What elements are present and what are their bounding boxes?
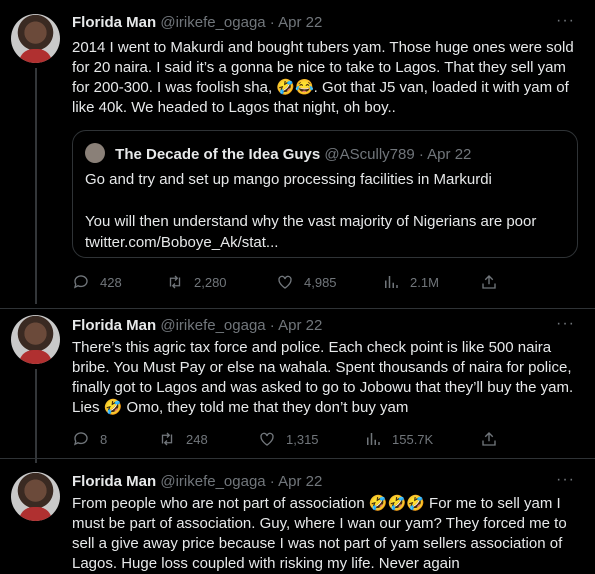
quote-text-line-2: You will then understand why the vast ma… [85,213,537,230]
tweet-header: Florida Man @irikefe_ogaga · Apr 22 [72,473,322,490]
retweet-count: 248 [186,431,208,447]
author-meta: @irikefe_ogaga · Apr 22 [160,473,323,490]
quote-author-name: The Decade of the Idea Guys [115,146,321,163]
author-name[interactable]: Florida Man [72,317,156,334]
reply-icon [73,275,88,289]
like-icon [260,432,274,446]
avatar[interactable] [11,315,60,364]
tweet-text: From people who are not part of associat… [72,495,567,572]
reply-button[interactable]: 8 [72,430,107,448]
retweet-button[interactable]: 248 [158,430,208,448]
quote-header: The Decade of the Idea Guys @AScully789 … [85,143,471,163]
tweet-3[interactable]: Florida Man @irikefe_ogaga · Apr 22 ··· … [0,459,595,572]
avatar[interactable] [11,472,60,521]
share-icon [482,432,496,446]
tweet-header: Florida Man @irikefe_ogaga · Apr 22 [72,317,322,334]
quote-text-line-1: Go and try and set up mango processing f… [85,171,492,188]
author-meta: @irikefe_ogaga · Apr 22 [160,317,323,334]
more-icon[interactable]: ··· [556,315,575,333]
retweet-button[interactable]: 2,280 [166,273,227,291]
quote-link[interactable]: twitter.com/Boboye_Ak/stat... [85,232,565,253]
reply-count: 428 [100,274,122,290]
author-meta: @irikefe_ogaga · Apr 22 [160,14,323,31]
views-icon [367,433,380,445]
tweet-1[interactable]: Florida Man @irikefe_ogaga · Apr 22 ··· … [0,0,595,310]
more-icon[interactable]: ··· [556,12,575,30]
more-icon[interactable]: ··· [556,471,575,489]
tweet-text: There’s this agric tax force and police.… [72,339,574,416]
views-count: 155.7K [392,431,434,447]
views-button[interactable]: 155.7K [364,430,433,448]
tweet-text: 2014 I went to Makurdi and bought tubers… [72,39,574,116]
quoted-tweet[interactable]: The Decade of the Idea Guys @AScully789 … [72,130,578,258]
like-icon [278,275,292,289]
share-button[interactable] [480,273,508,291]
quote-text: Go and try and set up mango processing f… [85,169,565,253]
retweet-count: 2,280 [194,274,227,290]
author-name[interactable]: Florida Man [72,14,156,31]
tweet-2[interactable]: Florida Man @irikefe_ogaga · Apr 22 ··· … [0,309,595,463]
share-button[interactable] [480,430,508,448]
share-icon [482,275,496,289]
tweet-header: Florida Man @irikefe_ogaga · Apr 22 [72,14,322,31]
author-name[interactable]: Florida Man [72,473,156,490]
views-count: 2.1M [410,274,439,290]
thread-line [35,369,37,463]
quote-author-meta: @AScully789 · Apr 22 [324,146,472,163]
quote-avatar [85,143,105,163]
views-icon [385,276,398,288]
reply-count: 8 [100,431,108,447]
retweet-icon [161,432,173,446]
reply-button[interactable]: 428 [72,273,122,291]
like-count: 1,315 [286,431,319,447]
reply-icon [73,432,88,446]
like-count: 4,985 [304,274,337,290]
retweet-icon [169,275,181,289]
thread-line [35,68,37,304]
views-button[interactable]: 2.1M [382,273,439,291]
avatar[interactable] [11,14,60,63]
like-button[interactable]: 1,315 [258,430,319,448]
like-button[interactable]: 4,985 [276,273,337,291]
